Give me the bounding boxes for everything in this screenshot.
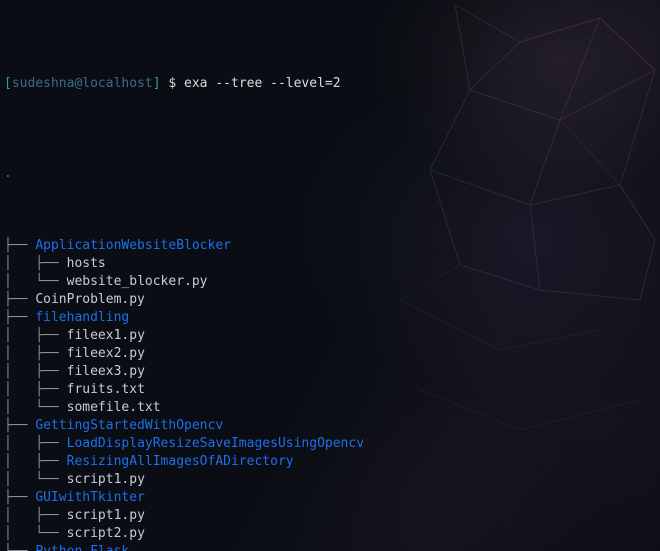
tree-root-label: . xyxy=(4,166,12,181)
tree-branch-glyph: │ ├── xyxy=(4,256,67,271)
tree-file-name: website_blocker.py xyxy=(66,274,208,289)
tree-directory-name: LoadDisplayResizeSaveImagesUsingOpencv xyxy=(66,436,365,451)
tree-row: │ ├── fileex3.py xyxy=(4,363,660,381)
tree-branch-glyph: │ └── xyxy=(4,472,67,487)
tree-row: ├── GettingStartedWithOpencv xyxy=(4,417,660,435)
tree-row: │ ├── fileex1.py xyxy=(4,327,660,345)
tree-file-name: fileex1.py xyxy=(66,328,145,343)
tree-branch-glyph: │ ├── xyxy=(4,382,67,397)
tree-row: │ └── somefile.txt xyxy=(4,399,660,417)
tree-branch-glyph: │ └── xyxy=(4,274,67,289)
tree-row: ├── Python_Flask xyxy=(4,543,660,551)
tree-branch-glyph: │ ├── xyxy=(4,508,67,523)
tree-branch-glyph: │ └── xyxy=(4,400,67,415)
tree-file-name: fileex2.py xyxy=(66,346,145,361)
tree-listing: ├── ApplicationWebsiteBlocker │ ├── hosts… xyxy=(4,237,660,551)
typed-command: exa --tree --level=2 xyxy=(184,76,341,91)
tree-file-name: hosts xyxy=(66,256,106,271)
tree-row: │ ├── fileex2.py xyxy=(4,345,660,363)
tree-file-name: CoinProblem.py xyxy=(35,292,145,307)
tree-file-name: somefile.txt xyxy=(66,400,161,415)
prompt-user-host: sudeshna@localhost xyxy=(11,76,153,91)
tree-row: │ └── script2.py xyxy=(4,525,660,543)
tree-branch-glyph: ├── xyxy=(4,490,36,505)
tree-row: │ ├── hosts xyxy=(4,255,660,273)
tree-row: ├── GUIwithTkinter xyxy=(4,489,660,507)
tree-root: . xyxy=(4,165,660,183)
tree-branch-glyph: │ ├── xyxy=(4,436,67,451)
tree-file-name: script2.py xyxy=(66,526,145,541)
tree-file-name: script1.py xyxy=(66,472,145,487)
tree-branch-glyph: │ └── xyxy=(4,526,67,541)
command-prompt-line: [sudeshna@localhost] $ exa --tree --leve… xyxy=(4,75,660,93)
tree-branch-glyph: ├── xyxy=(4,238,36,253)
prompt-close-bracket: ] xyxy=(152,76,161,91)
tree-branch-glyph: │ ├── xyxy=(4,328,67,343)
tree-row: │ ├── script1.py xyxy=(4,507,660,525)
tree-branch-glyph: ├── xyxy=(4,292,36,307)
tree-row: │ ├── ResizingAllImagesOfADirectory xyxy=(4,453,660,471)
tree-branch-glyph: │ ├── xyxy=(4,346,67,361)
tree-row: │ └── website_blocker.py xyxy=(4,273,660,291)
tree-row: ├── ApplicationWebsiteBlocker xyxy=(4,237,660,255)
tree-directory-name: ResizingAllImagesOfADirectory xyxy=(66,454,294,469)
tree-branch-glyph: ├── xyxy=(4,544,35,551)
tree-file-name: script1.py xyxy=(66,508,145,523)
prompt-open-bracket: [ xyxy=(4,76,12,91)
tree-file-name: fileex3.py xyxy=(66,364,145,379)
tree-directory-name: filehandling xyxy=(35,310,130,325)
prompt-space-2 xyxy=(176,76,184,91)
tree-row: ├── filehandling xyxy=(4,309,660,327)
terminal-window[interactable]: [sudeshna@localhost] $ exa --tree --leve… xyxy=(0,0,660,551)
tree-branch-glyph: ├── xyxy=(4,418,36,433)
tree-row: │ ├── fruits.txt xyxy=(4,381,660,399)
tree-row: │ ├── LoadDisplayResizeSaveImagesUsingOp… xyxy=(4,435,660,453)
tree-file-name: fruits.txt xyxy=(66,382,145,397)
tree-branch-glyph: │ ├── xyxy=(4,454,67,469)
tree-directory-name: GUIwithTkinter xyxy=(35,490,145,505)
tree-directory-name: GettingStartedWithOpencv xyxy=(35,418,224,433)
terminal-screen[interactable]: [sudeshna@localhost] $ exa --tree --leve… xyxy=(0,0,660,551)
tree-directory-name: Python_Flask xyxy=(35,544,129,551)
tree-branch-glyph: ├── xyxy=(4,310,36,325)
tree-row: │ └── script1.py xyxy=(4,471,660,489)
tree-branch-glyph: │ ├── xyxy=(4,364,67,379)
tree-directory-name: ApplicationWebsiteBlocker xyxy=(35,238,231,253)
tree-row: ├── CoinProblem.py xyxy=(4,291,660,309)
